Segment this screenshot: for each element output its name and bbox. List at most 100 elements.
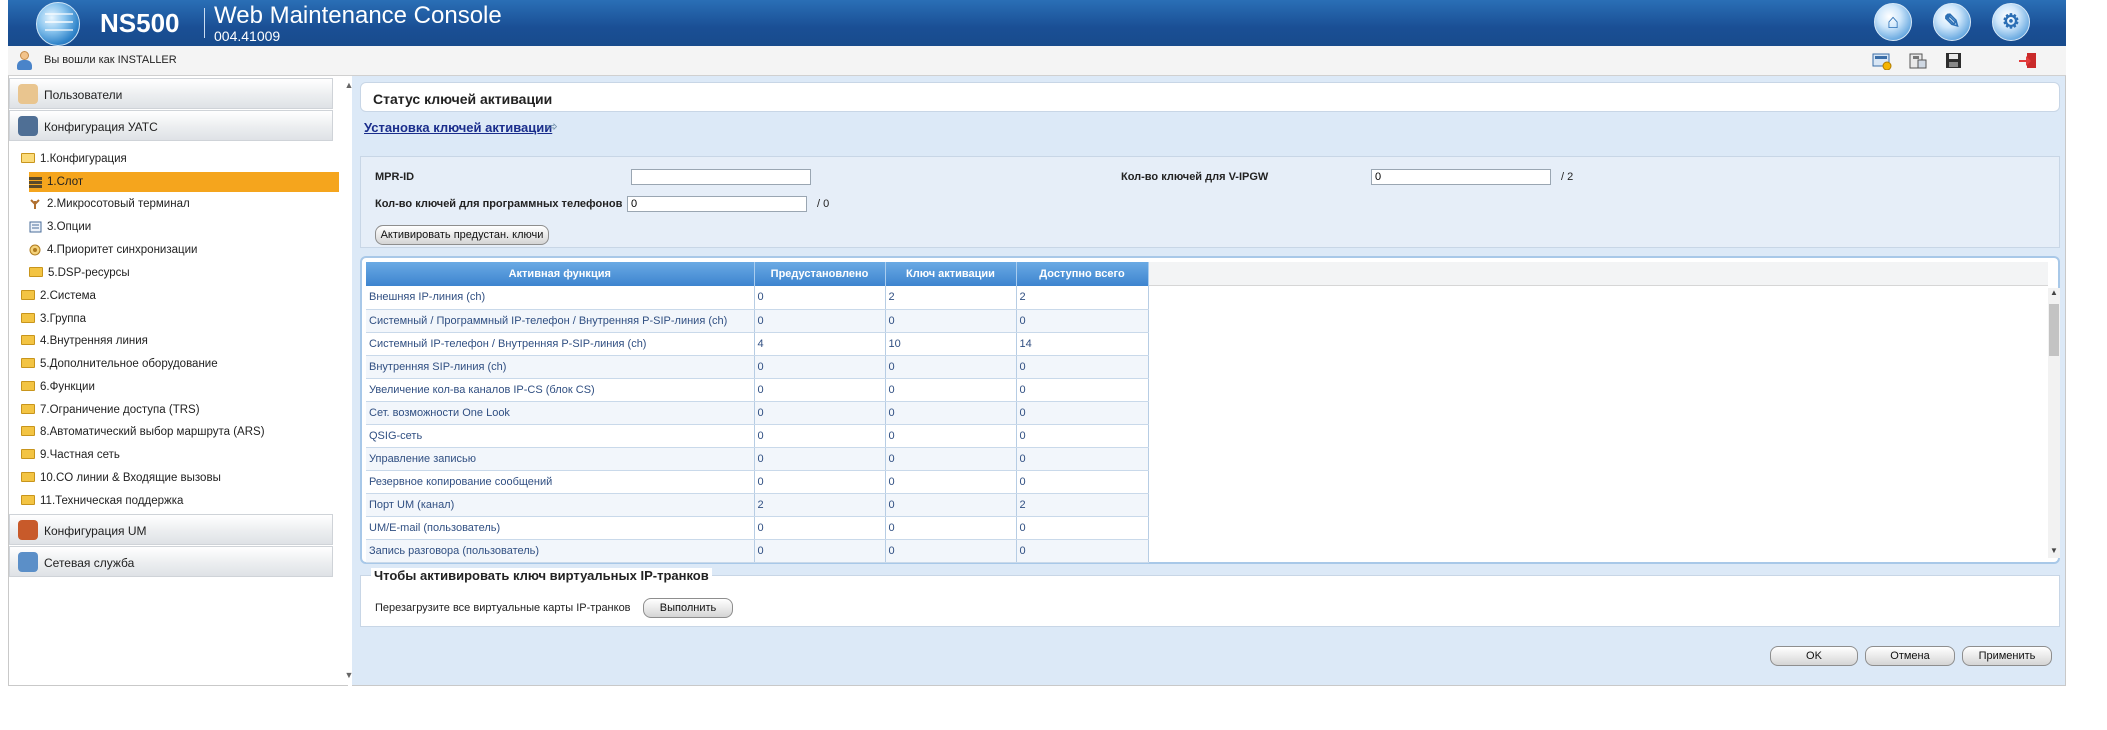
- tree-item-label: 4.Внутренняя линия: [40, 335, 148, 347]
- sidebar-section-label: Пользователи: [44, 88, 123, 102]
- logged-in-text: Вы вошли как INSTALLER: [44, 54, 177, 66]
- column-header[interactable]: Ключ активации: [885, 262, 1017, 286]
- table-row[interactable]: Резервное копирование сообщений 0 0 0: [366, 470, 1149, 494]
- value-cell: 2: [885, 286, 1017, 310]
- arrow-right-icon[interactable]: ⇨: [546, 118, 558, 135]
- folder-icon: [21, 471, 35, 482]
- um-config-icon: [18, 520, 38, 540]
- tree-item-sync-priority[interactable]: 4.Приоритет синхронизации: [29, 240, 197, 260]
- home-icon[interactable]: ⌂: [1874, 3, 1912, 41]
- cancel-button[interactable]: Отмена: [1865, 646, 1955, 666]
- globe-logo-icon: [36, 2, 80, 46]
- table-scrollbar[interactable]: ▲ ▼: [2048, 288, 2060, 558]
- table-row[interactable]: Управление записью 0 0 0: [366, 447, 1149, 471]
- tree-item-optional-equipment[interactable]: 5.Дополнительное оборудование: [21, 354, 218, 374]
- table-row[interactable]: Сет. возможности One Look 0 0 0: [366, 401, 1149, 425]
- ok-button[interactable]: OK: [1770, 646, 1858, 666]
- wrench-icon[interactable]: ✎: [1933, 3, 1971, 41]
- sidebar-section-network-service[interactable]: Сетевая служба: [9, 546, 333, 577]
- feature-name-cell: Внутренняя SIP-линия (ch): [366, 355, 755, 379]
- feature-name-cell: Запись разговора (пользователь): [366, 539, 755, 563]
- table-row[interactable]: Внешняя IP-линия (ch) 0 2 2: [366, 286, 1149, 310]
- tree-item-label: 5.Дополнительное оборудование: [40, 358, 218, 370]
- table-header-row: Активная функция Предустановлено Ключ ак…: [366, 262, 1149, 286]
- logout-icon[interactable]: [2018, 52, 2038, 70]
- value-cell: 0: [754, 424, 886, 448]
- sidebar-section-users[interactable]: Пользователи: [9, 78, 333, 109]
- feature-name-cell: Внешняя IP-линия (ch): [366, 286, 755, 310]
- system-alert-icon[interactable]: [1872, 52, 1892, 71]
- scroll-thumb[interactable]: [2049, 304, 2059, 356]
- user-icon: [16, 51, 32, 71]
- tree-item-configuration[interactable]: 1.Конфигурация: [21, 149, 339, 169]
- mpr-id-field[interactable]: [631, 169, 811, 185]
- softphone-keys-field[interactable]: [627, 196, 807, 212]
- feature-name-cell: Увеличение кол-ва каналов IP-CS (блок CS…: [366, 378, 755, 402]
- tree-item-system[interactable]: 2.Система: [21, 286, 96, 306]
- tree-item-group[interactable]: 3.Группа: [21, 309, 86, 329]
- sidebar-section-um-config[interactable]: Конфигурация UM: [9, 514, 333, 545]
- value-cell: 0: [754, 309, 886, 333]
- tree-item-label: 6.Функции: [40, 381, 95, 393]
- tree-item-maintenance[interactable]: 11.Техническая поддержка: [21, 491, 183, 511]
- model-name: NS500: [100, 8, 180, 38]
- table-row[interactable]: UM/E-mail (пользователь) 0 0 0: [366, 516, 1149, 540]
- tree-item-dsp-resources[interactable]: 5.DSP-ресурсы: [29, 263, 130, 283]
- apply-button[interactable]: Применить: [1962, 646, 2052, 666]
- tree-item-private-network[interactable]: 9.Частная сеть: [21, 445, 120, 465]
- sync-icon: [29, 243, 42, 256]
- value-cell: 0: [885, 401, 1017, 425]
- antenna-icon: [29, 197, 42, 209]
- activate-preinstalled-keys-button[interactable]: Активировать предустан. ключи: [375, 225, 549, 245]
- feature-name-cell: Сет. возможности One Look: [366, 401, 755, 425]
- scroll-up-icon[interactable]: ▲: [2048, 288, 2060, 297]
- save-icon[interactable]: [1944, 52, 1964, 70]
- column-header[interactable]: Активная функция: [366, 262, 755, 286]
- table-row[interactable]: Запись разговора (пользователь) 0 0 0: [366, 539, 1149, 563]
- users-icon: [18, 84, 38, 104]
- tree-item-features[interactable]: 6.Функции: [21, 377, 95, 397]
- virtual-trunk-instruction: Перезагрузите все виртуальные карты IP-т…: [375, 602, 631, 614]
- tree-item-label: 4.Приоритет синхронизации: [47, 244, 198, 256]
- value-cell: 0: [885, 424, 1017, 448]
- sidebar: Пользователи Конфигурация УАТС 1.Конфигу…: [8, 76, 353, 686]
- value-cell: 0: [885, 378, 1017, 402]
- folder-icon: [21, 448, 35, 459]
- table-row[interactable]: QSIG-сеть 0 0 0: [366, 424, 1149, 448]
- install-keys-link[interactable]: Установка ключей активации: [364, 120, 552, 135]
- table-row[interactable]: Системный / Программный IP-телефон / Вну…: [366, 309, 1149, 333]
- tree-item-label: 7.Ограничение доступа (TRS): [40, 404, 200, 416]
- network-service-icon: [18, 552, 38, 572]
- tree-item-options[interactable]: 3.Опции: [29, 217, 91, 237]
- vipgw-keys-total: / 2: [1561, 171, 1574, 183]
- execute-button[interactable]: Выполнить: [643, 598, 733, 618]
- column-header[interactable]: Предустановлено: [754, 262, 886, 286]
- virtual-trunk-section: Чтобы активировать ключ виртуальных IP-т…: [360, 568, 2060, 627]
- table-row[interactable]: Системный IP-телефон / Внутренняя P-SIP-…: [366, 332, 1149, 356]
- scroll-down-icon[interactable]: ▼: [2048, 546, 2060, 555]
- tree-item-microcell-terminal[interactable]: 2.Микросотовый терминал: [29, 194, 190, 214]
- value-cell: 0: [885, 447, 1017, 471]
- tree-item-trs[interactable]: 7.Ограничение доступа (TRS): [21, 400, 200, 420]
- column-header[interactable]: Доступно всего: [1016, 262, 1149, 286]
- value-cell: 0: [754, 378, 886, 402]
- tree-item-ars[interactable]: 8.Автоматический выбор маршрута (ARS): [21, 422, 265, 442]
- value-cell: 0: [885, 516, 1017, 540]
- sidebar-section-pbx-config[interactable]: Конфигурация УАТС: [9, 110, 333, 141]
- value-cell: 0: [1016, 516, 1149, 540]
- tree-item-extension[interactable]: 4.Внутренняя линия: [21, 331, 148, 351]
- tree-item-co-lines[interactable]: 10.CO линии & Входящие вызовы: [21, 468, 221, 488]
- value-cell: 10: [885, 332, 1017, 356]
- value-cell: 0: [754, 470, 886, 494]
- vipgw-keys-field[interactable]: [1371, 169, 1551, 185]
- tree-item-slot[interactable]: 1.Слот: [29, 172, 339, 192]
- phone-list-icon[interactable]: [1908, 52, 1928, 70]
- feature-name-cell: Системный / Программный IP-телефон / Вну…: [366, 309, 755, 333]
- table-row[interactable]: Внутренняя SIP-линия (ch) 0 0 0: [366, 355, 1149, 379]
- table-row[interactable]: Порт UM (канал) 2 0 2: [366, 493, 1149, 517]
- options-icon: [29, 220, 42, 233]
- value-cell: 0: [754, 401, 886, 425]
- feature-name-cell: QSIG-сеть: [366, 424, 755, 448]
- table-row[interactable]: Увеличение кол-ва каналов IP-CS (блок CS…: [366, 378, 1149, 402]
- settings-icon[interactable]: ⚙: [1992, 3, 2030, 41]
